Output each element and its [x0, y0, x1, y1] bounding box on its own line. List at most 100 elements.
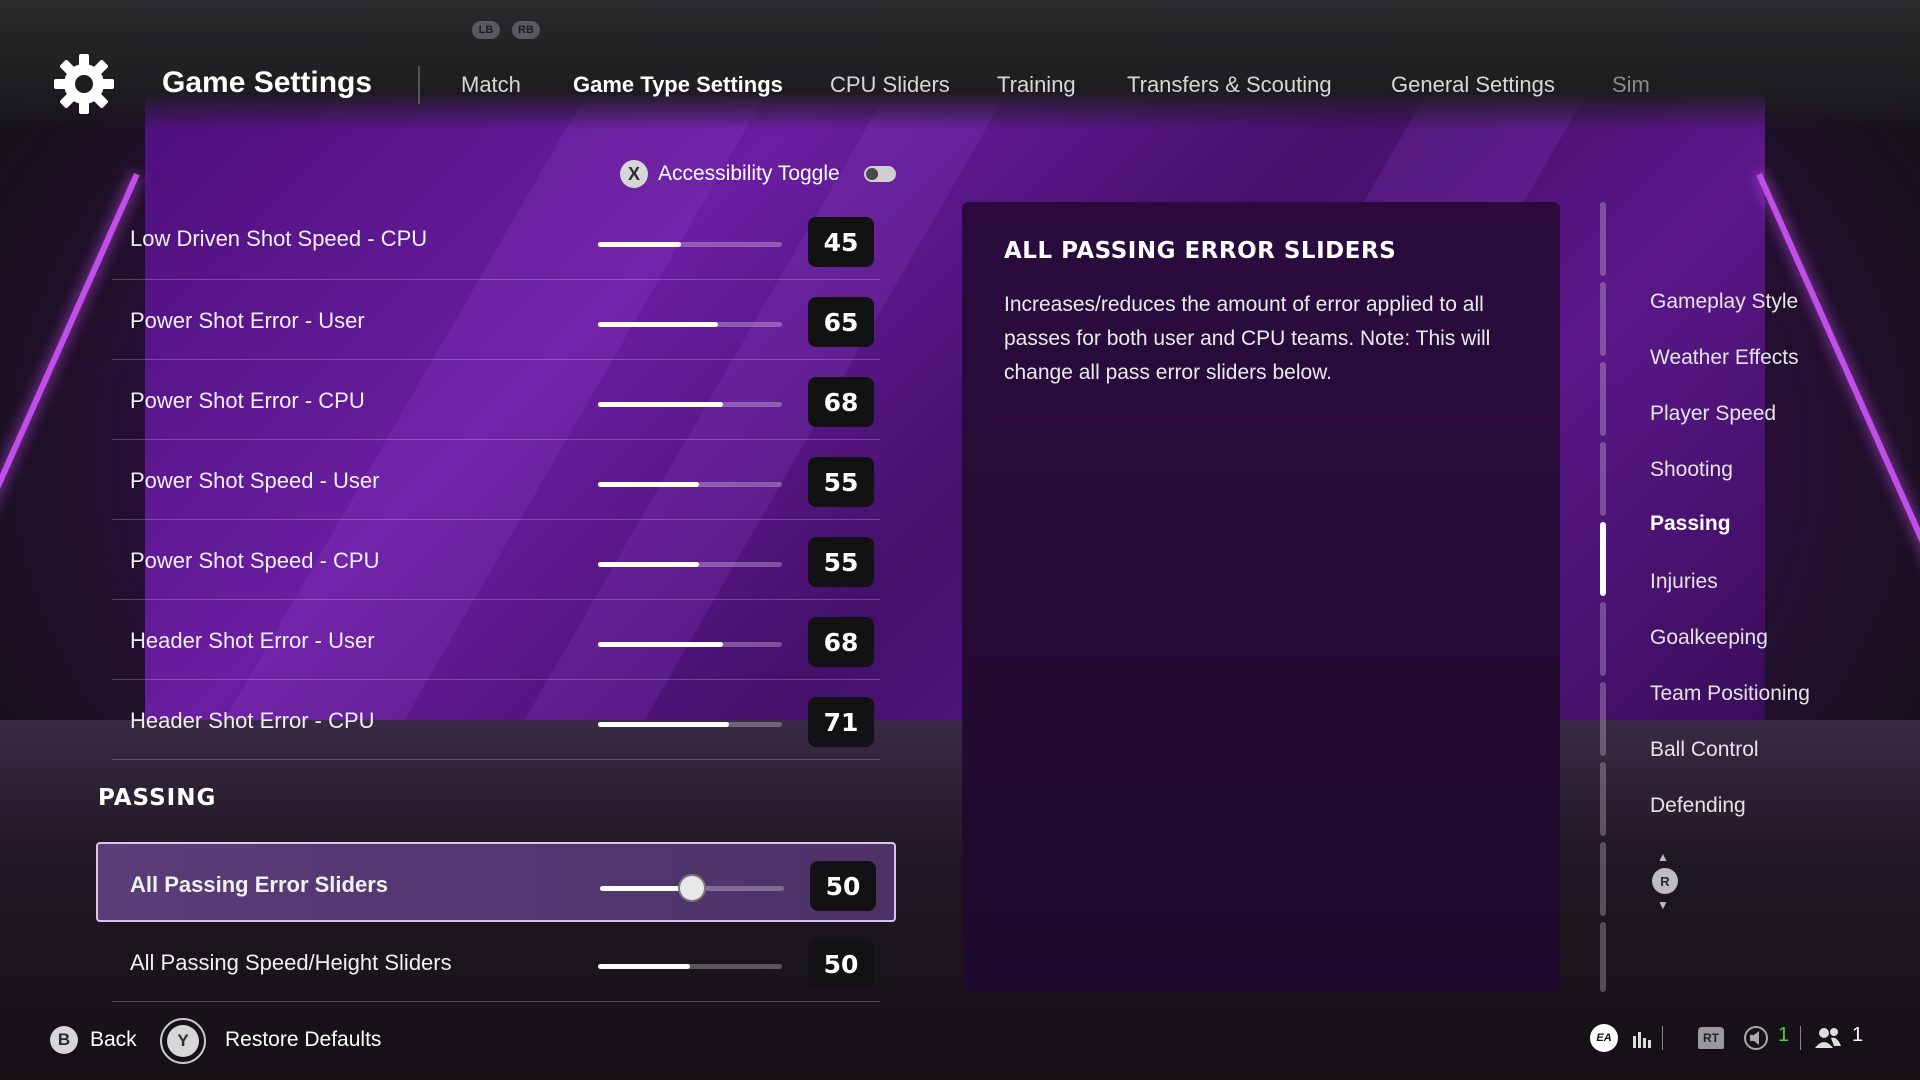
lb-button-hint: LB [472, 21, 500, 39]
slider-track[interactable] [598, 562, 782, 567]
nav-item-injuries[interactable]: Injuries [1650, 570, 1718, 594]
slider-value: 65 [808, 297, 874, 347]
page-title: Game Settings [162, 66, 373, 99]
tab-general-settings[interactable]: General Settings [1391, 72, 1555, 98]
voice-chat-icon [1744, 1026, 1768, 1050]
rail-segment [1600, 842, 1606, 916]
slider-label: Header Shot Error - CPU [130, 708, 375, 733]
description-title: ALL PASSING ERROR SLIDERS [1004, 238, 1397, 264]
slider-track[interactable] [598, 482, 782, 487]
tab-training[interactable]: Training [997, 72, 1076, 98]
accessibility-toggle-label: Accessibility Toggle [658, 162, 840, 185]
slider-track[interactable] [598, 402, 782, 407]
slider-label: All Passing Error Sliders [130, 872, 388, 897]
chevron-down-icon: ▼ [1657, 898, 1669, 912]
b-button-icon: B [50, 1026, 78, 1054]
slider-knob[interactable] [678, 874, 706, 902]
rail-segment [1600, 282, 1606, 356]
rail-segment-active [1600, 522, 1606, 596]
slider-row-selected[interactable]: All Passing Error Sliders 50 [96, 842, 896, 922]
nav-item-weather-effects[interactable]: Weather Effects [1650, 346, 1799, 370]
top-bar [0, 0, 1920, 130]
accessibility-toggle-row[interactable]: X Accessibility Toggle [620, 160, 896, 188]
slider-value: 55 [808, 457, 874, 507]
slider-value: 68 [808, 617, 874, 667]
signal-bars-icon [1633, 1032, 1651, 1048]
rail-segment [1600, 202, 1606, 276]
slider-value: 50 [810, 861, 876, 911]
friends-count: 1 [1852, 1024, 1864, 1046]
slider-fill [598, 964, 690, 969]
voice-count: 1 [1778, 1024, 1790, 1046]
slider-row[interactable]: Power Shot Error - User 65 [112, 280, 880, 360]
x-button-icon: X [620, 160, 648, 188]
tab-sim[interactable]: Sim [1612, 72, 1650, 98]
tab-match[interactable]: Match [461, 72, 521, 98]
slider-fill [598, 722, 729, 727]
nav-item-team-positioning[interactable]: Team Positioning [1650, 682, 1810, 706]
back-button[interactable]: Back [90, 1028, 137, 1052]
rail-segment [1600, 602, 1606, 676]
slider-track[interactable] [598, 322, 782, 327]
rail-segment [1600, 682, 1606, 756]
rb-button-hint: RB [512, 21, 540, 39]
slider-fill [598, 322, 718, 327]
slider-row[interactable]: All Passing Speed/Height Sliders 50 [112, 922, 880, 1002]
slider-track[interactable] [598, 722, 782, 727]
rail-segment [1600, 442, 1606, 516]
divider [1662, 1026, 1663, 1050]
friends-icon [1815, 1028, 1841, 1048]
rt-button-icon: RT [1698, 1027, 1724, 1049]
nav-item-gameplay-style[interactable]: Gameplay Style [1650, 290, 1798, 314]
slider-label: All Passing Speed/Height Sliders [130, 950, 452, 975]
category-scroll-rail[interactable] [1600, 202, 1608, 992]
nav-item-defending[interactable]: Defending [1650, 794, 1746, 818]
slider-row[interactable]: Header Shot Error - User 68 [112, 600, 880, 680]
slider-fill [598, 562, 700, 567]
restore-defaults-button[interactable]: Restore Defaults [225, 1028, 381, 1052]
slider-track[interactable] [598, 964, 782, 969]
slider-fill [598, 242, 681, 247]
rail-segment [1600, 362, 1606, 436]
slider-label: Power Shot Error - CPU [130, 388, 365, 413]
slider-value: 50 [808, 939, 874, 989]
chevron-up-icon: ▲ [1657, 850, 1669, 864]
right-stick-icon: R [1652, 868, 1678, 894]
slider-fill [598, 642, 724, 647]
gear-icon [54, 54, 114, 114]
slider-fill [598, 402, 724, 407]
slider-row[interactable]: Header Shot Error - CPU 71 [112, 680, 880, 760]
slider-label: Header Shot Error - User [130, 628, 375, 653]
slider-row[interactable]: Power Shot Speed - User 55 [112, 440, 880, 520]
tab-cpu-sliders[interactable]: CPU Sliders [830, 72, 950, 98]
description-panel: ALL PASSING ERROR SLIDERS Increases/redu… [962, 202, 1560, 992]
slider-fill [598, 482, 700, 487]
slider-track[interactable] [598, 642, 782, 647]
nav-item-player-speed[interactable]: Player Speed [1650, 402, 1776, 426]
rail-segment [1600, 762, 1606, 836]
slider-label: Low Driven Shot Speed - CPU [130, 226, 428, 251]
slider-label: Power Shot Speed - CPU [130, 548, 380, 573]
title-divider [418, 66, 420, 104]
description-body: Increases/reduces the amount of error ap… [1004, 293, 1491, 384]
slider-value: 45 [808, 217, 874, 267]
nav-item-passing[interactable]: Passing [1650, 512, 1731, 536]
y-button-icon: Y [160, 1018, 206, 1064]
slider-track[interactable] [598, 242, 782, 247]
slider-label: Power Shot Speed - User [130, 468, 380, 493]
nav-item-ball-control[interactable]: Ball Control [1650, 738, 1759, 762]
nav-item-shooting[interactable]: Shooting [1650, 458, 1733, 482]
divider [1800, 1026, 1801, 1050]
section-title-passing: PASSING [98, 785, 217, 811]
tab-game-type-settings[interactable]: Game Type Settings [573, 72, 783, 98]
accessibility-toggle-switch[interactable] [863, 166, 896, 182]
slider-row[interactable]: Low Driven Shot Speed - CPU 45 [112, 200, 880, 280]
slider-row[interactable]: Power Shot Speed - CPU 55 [112, 520, 880, 600]
slider-track[interactable] [600, 874, 784, 902]
slider-row[interactable]: Power Shot Error - CPU 68 [112, 360, 880, 440]
slider-value: 68 [808, 377, 874, 427]
nav-item-goalkeeping[interactable]: Goalkeeping [1650, 626, 1768, 650]
slider-value: 55 [808, 537, 874, 587]
tab-transfers-scouting[interactable]: Transfers & Scouting [1127, 72, 1332, 98]
rail-segment [1600, 922, 1606, 992]
